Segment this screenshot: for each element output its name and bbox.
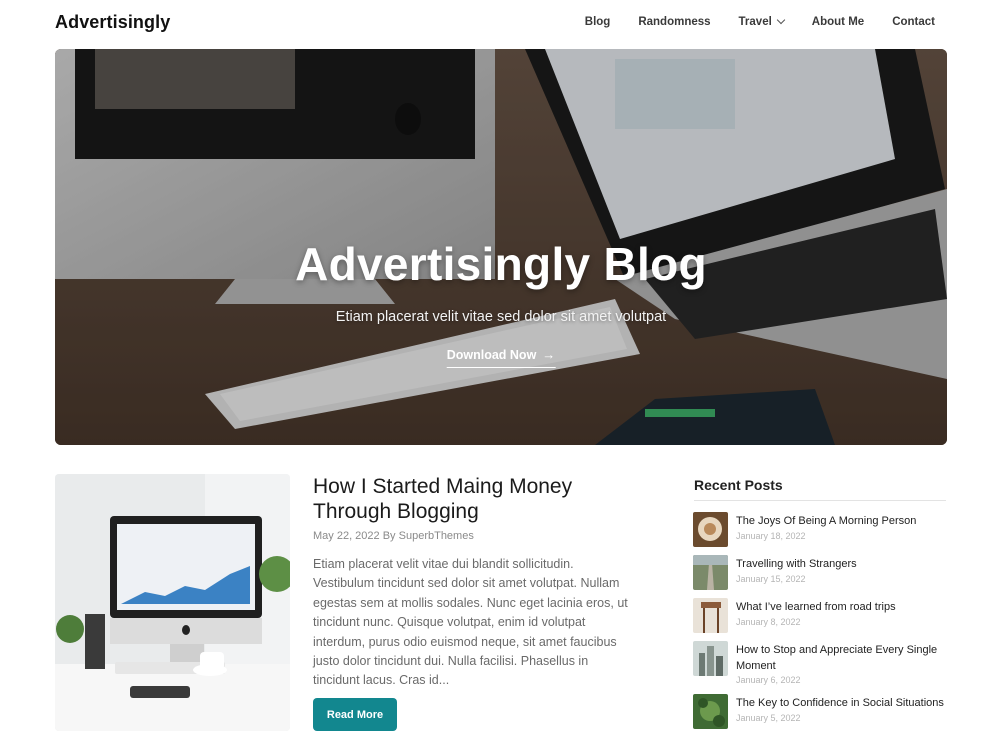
recent-post-date: January 5, 2022 [736, 712, 801, 723]
read-more-button[interactable]: Read More [313, 698, 397, 731]
recent-posts-heading: Recent Posts [694, 477, 783, 493]
post-meta: May 22, 2022 By SuperbThemes [313, 530, 474, 542]
hero-banner: Advertisingly Blog Etiam placerat velit … [55, 49, 947, 445]
download-now-link[interactable]: Download Now → [446, 347, 556, 368]
nav-item-label: About Me [811, 16, 865, 28]
recent-post-thumbnail[interactable] [693, 555, 728, 590]
recent-post-date: January 6, 2022 [736, 675, 801, 685]
nav-item-contact[interactable]: Contact [892, 16, 935, 28]
recent-post-date: January 15, 2022 [736, 573, 806, 584]
nav-item-label: Randomness [638, 16, 711, 28]
site-header: Advertisingly Blog Randomness Travel Abo… [0, 0, 1000, 46]
post-excerpt: Etiam placerat velit vitae dui blandit s… [313, 557, 628, 688]
nav-item-blog[interactable]: Blog [585, 16, 611, 28]
recent-post-thumbnail[interactable] [693, 512, 728, 547]
post-thumbnail[interactable] [55, 474, 290, 731]
post-by: By [382, 530, 396, 542]
recent-post-title[interactable]: The Joys Of Being A Morning Person [736, 514, 946, 530]
nav-item-travel[interactable]: Travel [738, 15, 786, 28]
hero-title: Advertisingly Blog [295, 238, 707, 290]
post-author[interactable]: SuperbThemes [399, 530, 474, 542]
recent-post-title[interactable]: The Key to Confidence in Social Situatio… [736, 696, 946, 712]
recent-post-title[interactable]: What I’ve learned from road trips [736, 600, 946, 616]
site-title[interactable]: Advertisingly [55, 12, 170, 33]
post-title[interactable]: How I Started Maing Money Through Bloggi… [313, 474, 643, 524]
recent-post-thumbnail[interactable] [693, 598, 728, 633]
post-thumbnail-image [55, 474, 290, 731]
nav-item-label: Blog [584, 16, 611, 28]
recent-post-date: January 18, 2022 [736, 530, 806, 541]
download-now-label: Download Now [446, 347, 537, 362]
recent-post-date: January 8, 2022 [736, 616, 801, 627]
recent-post-thumbnail[interactable] [693, 641, 728, 676]
recent-post-thumbnail[interactable] [693, 694, 728, 729]
divider [694, 500, 946, 501]
nav-item-randomness[interactable]: Randomness [638, 16, 710, 28]
nav-item-label: Travel [738, 16, 772, 28]
chevron-down-icon [776, 15, 786, 25]
recent-post-title[interactable]: Travelling with Strangers [736, 557, 946, 573]
main-nav: Blog Randomness Travel About Me Contact [585, 15, 935, 28]
nav-item-about-me[interactable]: About Me [812, 16, 864, 28]
hero-subtitle: Etiam placerat velit vitae sed dolor sit… [335, 309, 667, 325]
recent-post-title[interactable]: How to Stop and Appreciate Every Single … [736, 643, 946, 674]
post-date: May 22, 2022 [313, 530, 380, 542]
nav-item-label: Contact [892, 16, 935, 28]
arrow-right-icon: → [542, 347, 556, 362]
